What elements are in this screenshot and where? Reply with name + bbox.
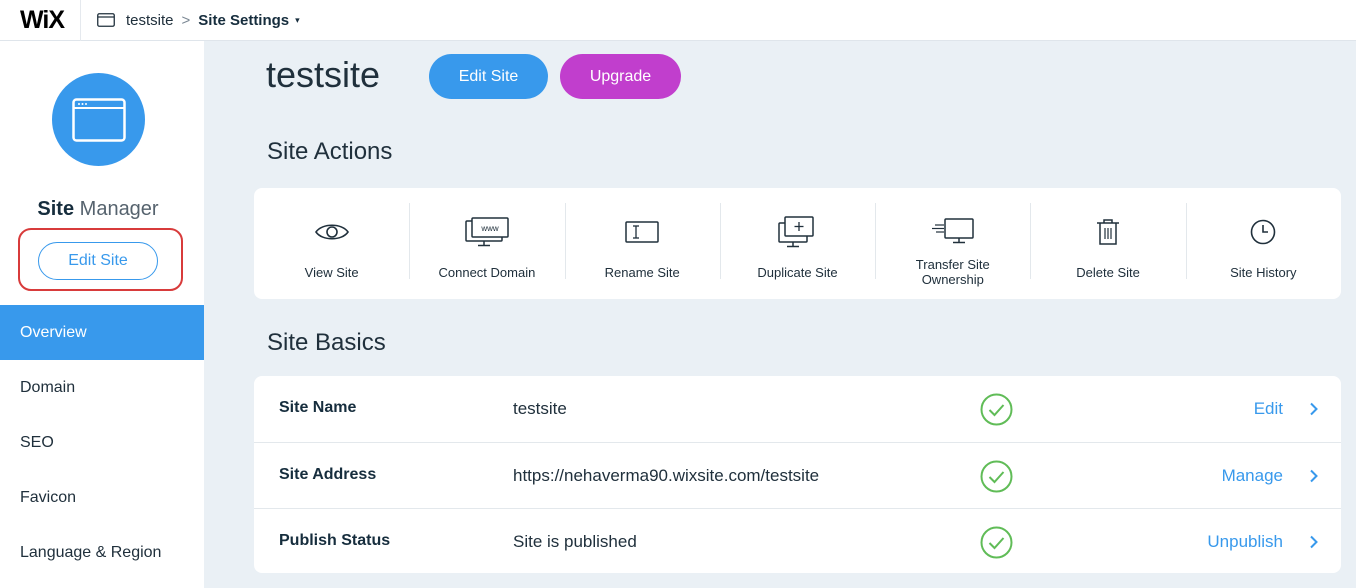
check-circle-icon [980,460,1013,493]
breadcrumb-current-page[interactable]: Site Settings [198,12,289,29]
site-manager-title-bold: Site [37,198,75,220]
wix-logo[interactable]: WiX [0,6,80,35]
chevron-right-icon[interactable] [1309,535,1319,549]
sidebar-nav: Overview Domain SEO Favicon Language & R… [0,305,204,580]
check-circle-icon [980,393,1013,426]
sidebar-item-overview[interactable]: Overview [0,305,204,360]
manage-link[interactable]: Manage [1222,443,1283,509]
transfer-monitor-icon [931,218,974,244]
publish-status-value: Site is published [513,532,637,551]
delete-site-action[interactable]: Delete Site [1030,201,1185,299]
rename-site-action[interactable]: Rename Site [564,201,720,299]
table-row: Site Address https://nehaverma90.wixsite… [254,442,1341,508]
site-basics-heading: Site Basics [267,329,386,356]
site-address-label: Site Address [279,466,377,483]
site-manager-title: Site Manager [0,198,196,221]
action-label: View Site [304,265,359,280]
edit-site-button[interactable]: Edit Site [429,54,548,99]
top-bar: WiX testsite > Site Settings ▾ [0,0,1356,41]
chevron-right-icon[interactable] [1309,469,1319,483]
site-avatar [52,73,145,166]
clock-icon [1251,219,1276,245]
sidebar-item-seo[interactable]: SEO [0,415,204,470]
breadcrumb-site-name[interactable]: testsite [126,12,174,29]
edit-link[interactable]: Edit [1254,376,1283,442]
action-label: Rename Site [604,265,680,280]
action-label: Delete Site [1076,265,1140,280]
sidebar-item-language-region[interactable]: Language & Region [0,525,204,580]
check-circle-icon [980,526,1013,559]
connect-domain-action[interactable]: www Connect Domain [409,201,564,299]
view-site-action[interactable]: View Site [254,201,409,299]
site-actions-card: View Site www Connect Domain Rename Site [254,188,1341,299]
sidebar-edit-site-button[interactable]: Edit Site [38,242,158,280]
table-row: Site Name testsite Edit [254,376,1341,442]
duplicate-site-action[interactable]: Duplicate Site [719,201,875,299]
site-basics-card: Site Name testsite Edit Site Address htt… [254,376,1341,573]
table-row: Publish Status Site is published Unpubli… [254,508,1341,574]
publish-status-label: Publish Status [279,532,391,549]
site-name-value: testsite [513,399,567,418]
browser-window-icon [71,97,126,142]
site-name-label: Site Name [279,399,357,416]
page-title: testsite [266,54,381,95]
unpublish-link[interactable]: Unpublish [1207,509,1283,575]
eye-icon [314,224,349,240]
site-history-action[interactable]: Site History [1185,201,1341,299]
site-address-value: https://nehaverma90.wixsite.com/testsite [513,466,820,485]
sidebar: Site Manager Edit Site Overview Domain S… [0,41,204,588]
breadcrumb-separator: > [181,11,191,29]
sidebar-item-domain[interactable]: Domain [0,360,204,415]
chevron-right-icon[interactable] [1309,402,1319,416]
breadcrumb: testsite > Site Settings ▾ [80,0,300,41]
upgrade-button[interactable]: Upgrade [560,54,681,99]
action-label: Transfer Site Ownership [915,257,990,287]
transfer-site-ownership-action[interactable]: Transfer Site Ownership [875,201,1030,299]
site-actions-heading: Site Actions [267,138,393,165]
trash-icon [1097,219,1120,245]
action-label: Duplicate Site [757,265,838,280]
sidebar-item-favicon[interactable]: Favicon [0,470,204,525]
site-manager-title-light: Manager [79,198,159,220]
www-monitor-icon: www [465,217,509,247]
browser-window-icon [97,13,115,27]
duplicate-monitor-icon [778,216,815,248]
action-label: Site History [1230,265,1297,280]
text-cursor-icon [625,221,659,243]
action-label: Connect Domain [438,265,536,280]
caret-down-icon[interactable]: ▾ [295,15,300,26]
svg-text:www: www [480,224,499,233]
